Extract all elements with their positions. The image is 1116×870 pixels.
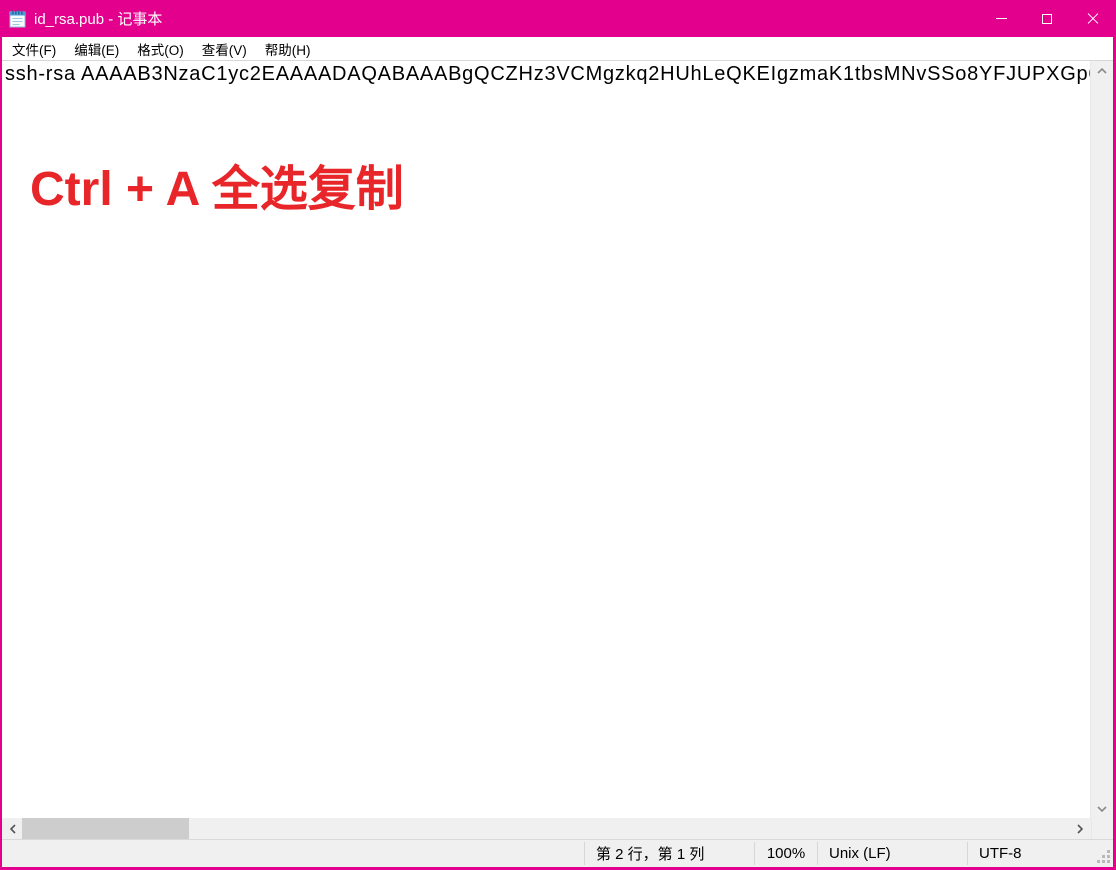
maximize-button[interactable]: [1024, 0, 1070, 37]
close-button[interactable]: [1070, 0, 1116, 37]
cursor-position: 第 2 行，第 1 列: [596, 846, 705, 863]
menu-edit[interactable]: 编辑(E): [65, 36, 128, 62]
resize-grip-icon[interactable]: [1097, 850, 1110, 863]
window-controls: [978, 0, 1116, 37]
chevron-up-icon: [1097, 67, 1107, 74]
statusbar-spacer: [2, 840, 584, 867]
horizontal-scrollbar[interactable]: [2, 818, 1091, 839]
menu-file[interactable]: 文件(F): [3, 36, 65, 62]
menu-view[interactable]: 查看(V): [193, 36, 256, 62]
maximize-icon: [1042, 13, 1052, 24]
menu-format[interactable]: 格式(O): [128, 36, 193, 62]
content-area: ssh-rsa AAAAB3NzaC1yc2EAAAADAQABAAABgQCZ…: [2, 61, 1113, 818]
text-editor[interactable]: ssh-rsa AAAAB3NzaC1yc2EAAAADAQABAAABgQCZ…: [2, 61, 1090, 818]
horizontal-scrollbar-thumb[interactable]: [22, 818, 189, 839]
scroll-left-button[interactable]: [2, 819, 24, 838]
notepad-window: id_rsa.pub - 记事本 文件(F) 编辑(E) 格式(O) 查看(V)…: [0, 0, 1116, 870]
minimize-icon: [995, 18, 1007, 19]
scroll-up-button[interactable]: [1091, 61, 1113, 80]
chevron-right-icon: [1077, 823, 1083, 834]
vertical-scrollbar[interactable]: [1090, 61, 1113, 818]
chevron-down-icon: [1097, 805, 1107, 812]
titlebar[interactable]: id_rsa.pub - 记事本: [0, 0, 1116, 37]
line-ending: Unix (LF): [829, 845, 891, 862]
notepad-icon: [9, 10, 26, 27]
document-text: ssh-rsa AAAAB3NzaC1yc2EAAAADAQABAAABgQCZ…: [5, 63, 1090, 85]
menubar: 文件(F) 编辑(E) 格式(O) 查看(V) 帮助(H): [2, 37, 1113, 61]
scrollbar-corner: [1091, 818, 1113, 839]
horizontal-scrollbar-row: [2, 818, 1113, 839]
scroll-down-button[interactable]: [1091, 799, 1113, 818]
scroll-right-button[interactable]: [1069, 819, 1091, 838]
annotation-text: Ctrl + A 全选复制: [30, 163, 404, 216]
menu-help[interactable]: 帮助(H): [256, 36, 320, 62]
zoom-level: 100%: [766, 845, 806, 862]
statusbar: 第 2 行，第 1 列 100% Unix (LF) UTF-8: [2, 839, 1113, 867]
window-title: id_rsa.pub - 记事本: [34, 11, 163, 28]
minimize-button[interactable]: [978, 0, 1024, 37]
close-icon: [1087, 13, 1099, 25]
chevron-left-icon: [10, 823, 16, 834]
encoding: UTF-8: [979, 845, 1022, 862]
